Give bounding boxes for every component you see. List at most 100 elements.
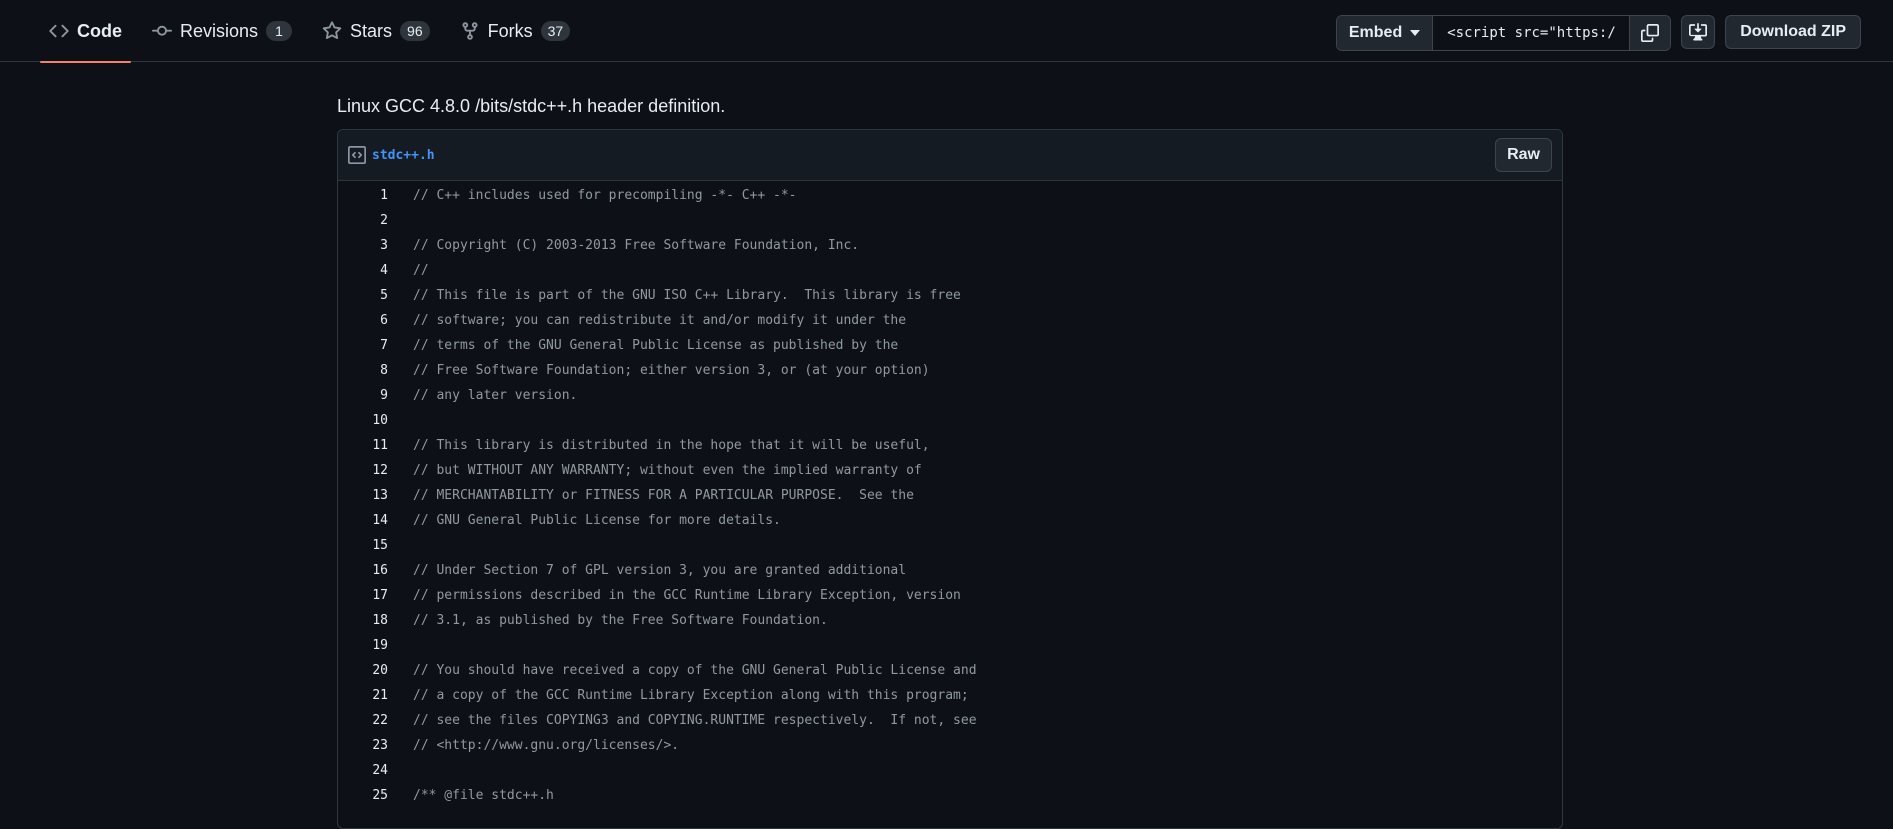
line-code: // This library is distributed in the ho… — [413, 438, 930, 453]
caret-down-icon — [1410, 30, 1421, 36]
file-box: stdc++.h Raw 1 // C++ includes used for p… — [337, 129, 1563, 829]
code-line: 14 // GNU General Public License for more… — [338, 508, 1562, 533]
line-number[interactable]: 2 — [338, 213, 388, 228]
line-number[interactable]: 16 — [338, 563, 388, 578]
line-code: // see the files COPYING3 and COPYING.RU… — [413, 713, 977, 728]
line-number[interactable]: 6 — [338, 313, 388, 328]
gist-tabs: Code Revisions 1 Stars 96 Forks 37 — [40, 0, 591, 63]
line-code: // <http://www.gnu.org/licenses/>. — [413, 738, 680, 753]
line-number[interactable]: 14 — [338, 513, 388, 528]
embed-dropdown-button[interactable]: Embed — [1336, 16, 1434, 50]
code-line: 4 // — [338, 258, 1562, 283]
code-line: 23 // <http://www.gnu.org/licenses/>. — [338, 733, 1562, 758]
line-number[interactable]: 15 — [338, 538, 388, 553]
code-line: 10 — [338, 408, 1562, 433]
line-number[interactable]: 13 — [338, 488, 388, 503]
gist-description: Linux GCC 4.8.0 /bits/stdc++.h header de… — [337, 96, 726, 116]
tab-forks-label: Forks — [487, 20, 533, 41]
embed-group: Embed — [1335, 15, 1672, 51]
forks-count-badge: 37 — [540, 21, 571, 41]
gist-actions: Embed Download ZIP — [1335, 15, 1861, 51]
line-code: // Free Software Foundation; either vers… — [413, 363, 930, 378]
file-header: stdc++.h Raw — [338, 130, 1562, 181]
line-code: // 3.1, as published by the Free Softwar… — [413, 613, 828, 628]
code-line: 7 // terms of the GNU General Public Lice… — [338, 333, 1562, 358]
stars-count-badge: 96 — [400, 21, 430, 41]
code-view: 1 // C++ includes used for precompiling -… — [338, 181, 1562, 808]
tab-code-label: Code — [77, 20, 122, 41]
revisions-count-badge: 1 — [266, 21, 293, 41]
line-number[interactable]: 24 — [338, 763, 388, 778]
raw-button[interactable]: Raw — [1495, 138, 1552, 172]
line-number[interactable]: 5 — [338, 288, 388, 303]
code-icon — [49, 24, 69, 38]
code-line: 2 — [338, 208, 1562, 233]
line-number[interactable]: 21 — [338, 688, 388, 703]
code-line: 8 // Free Software Foundation; either ver… — [338, 358, 1562, 383]
tab-forks[interactable]: Forks 37 — [451, 0, 580, 62]
file-code-icon — [348, 146, 366, 164]
code-line: 9 // any later version. — [338, 383, 1562, 408]
line-code: // This file is part of the GNU ISO C++ … — [413, 288, 961, 303]
gist-header-bar: Code Revisions 1 Stars 96 Forks 37 Embed — [0, 0, 1893, 63]
line-number[interactable]: 19 — [338, 638, 388, 653]
commit-icon — [152, 25, 172, 36]
line-number[interactable]: 12 — [338, 463, 388, 478]
line-code: // permissions described in the GCC Runt… — [413, 588, 961, 603]
line-code: // MERCHANTABILITY or FITNESS FOR A PART… — [413, 488, 914, 503]
code-line: 20 // You should have received a copy of … — [338, 658, 1562, 683]
line-code: // a copy of the GCC Runtime Library Exc… — [413, 688, 969, 703]
star-icon — [322, 21, 342, 40]
open-in-desktop-button[interactable] — [1681, 15, 1716, 49]
tab-stars-label: Stars — [350, 20, 393, 41]
line-code: // — [413, 263, 429, 278]
code-line: 3 // Copyright (C) 2003-2013 Free Softwar… — [338, 233, 1562, 258]
code-line: 19 — [338, 633, 1562, 658]
line-code: /** @file stdc++.h — [413, 788, 554, 803]
code-line: 16 // Under Section 7 of GPL version 3, y… — [338, 558, 1562, 583]
line-number[interactable]: 17 — [338, 588, 388, 603]
download-zip-button[interactable]: Download ZIP — [1725, 15, 1861, 49]
line-number[interactable]: 3 — [338, 238, 388, 253]
line-number[interactable]: 23 — [338, 738, 388, 753]
line-code: // any later version. — [413, 388, 578, 403]
code-line: 13 // MERCHANTABILITY or FITNESS FOR A PA… — [338, 483, 1562, 508]
line-code: // GNU General Public License for more d… — [413, 513, 781, 528]
line-code: // Copyright (C) 2003-2013 Free Software… — [413, 238, 860, 253]
code-line: 17 // permissions described in the GCC Ru… — [338, 583, 1562, 608]
line-number[interactable]: 8 — [338, 363, 388, 378]
code-line: 11 // This library is distributed in the … — [338, 433, 1562, 458]
line-code: // but WITHOUT ANY WARRANTY; without eve… — [413, 463, 922, 478]
code-line: 12 // but WITHOUT ANY WARRANTY; without e… — [338, 458, 1562, 483]
desktop-download-icon — [1689, 23, 1708, 41]
copy-embed-button[interactable] — [1629, 16, 1671, 50]
line-number[interactable]: 7 — [338, 338, 388, 353]
line-number[interactable]: 18 — [338, 613, 388, 628]
code-line: 24 — [338, 758, 1562, 783]
code-line: 18 // 3.1, as published by the Free Softw… — [338, 608, 1562, 633]
embed-code-input[interactable] — [1433, 16, 1630, 50]
line-number[interactable]: 4 — [338, 263, 388, 278]
line-code: // terms of the GNU General Public Licen… — [413, 338, 899, 353]
line-number[interactable]: 9 — [338, 388, 388, 403]
code-line: 25 /** @file stdc++.h — [338, 783, 1562, 808]
line-code: // software; you can redistribute it and… — [413, 313, 907, 328]
line-number[interactable]: 20 — [338, 663, 388, 678]
code-line: 6 // software; you can redistribute it an… — [338, 308, 1562, 333]
embed-label: Embed — [1348, 24, 1403, 41]
tab-stars[interactable]: Stars 96 — [313, 0, 439, 62]
line-number[interactable]: 11 — [338, 438, 388, 453]
line-number[interactable]: 25 — [338, 788, 388, 803]
code-line: 1 // C++ includes used for precompiling -… — [338, 183, 1562, 208]
code-line: 5 // This file is part of the GNU ISO C++… — [338, 283, 1562, 308]
line-number[interactable]: 1 — [338, 188, 388, 203]
tab-revisions-label: Revisions — [180, 20, 259, 41]
fork-icon — [462, 22, 478, 40]
tab-code[interactable]: Code — [40, 0, 131, 63]
tab-revisions[interactable]: Revisions 1 — [143, 0, 301, 62]
line-number[interactable]: 22 — [338, 713, 388, 728]
line-number[interactable]: 10 — [338, 413, 388, 428]
code-line: 21 // a copy of the GCC Runtime Library E… — [338, 683, 1562, 708]
copy-icon — [1641, 24, 1660, 42]
file-name-link[interactable]: stdc++.h — [372, 148, 435, 163]
